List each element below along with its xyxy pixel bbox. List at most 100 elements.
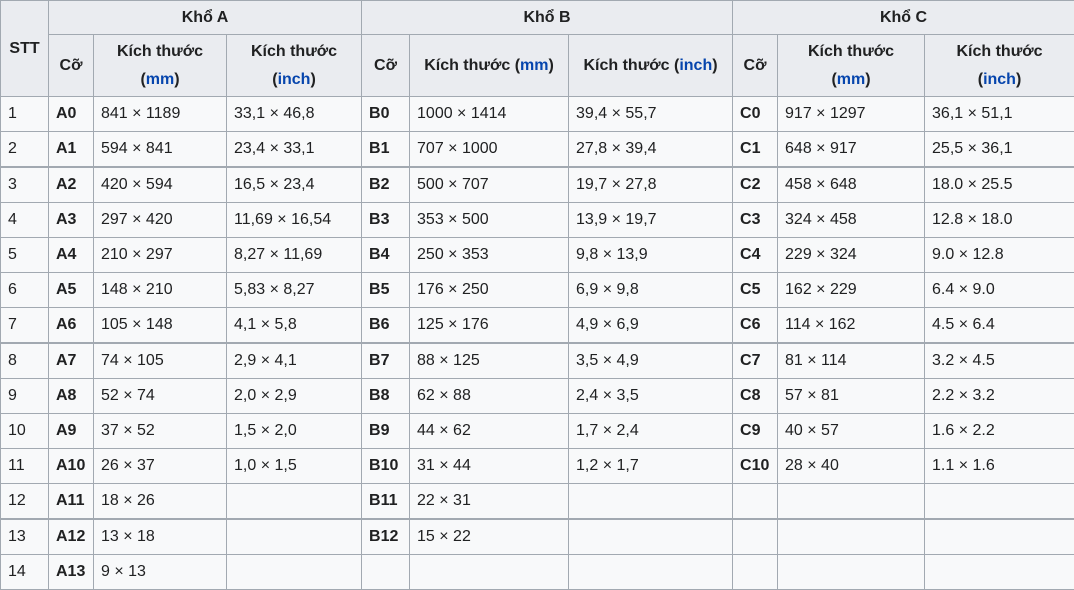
mm-cell-a: 37 × 52 xyxy=(94,414,227,449)
mm-cell-c: 917 × 1297 xyxy=(778,97,925,132)
stt-cell: 7 xyxy=(1,308,49,344)
inch-cell-c: 25,5 × 36,1 xyxy=(925,132,1074,168)
mm-cell-b: 15 × 22 xyxy=(410,519,569,555)
size-cell-b: B2 xyxy=(362,167,410,203)
size-cell-a: A3 xyxy=(49,203,94,238)
inch-cell-a: 16,5 × 23,4 xyxy=(227,167,362,203)
dim-label: Kích thước xyxy=(251,43,337,60)
size-cell-a: A10 xyxy=(49,449,94,484)
mm-cell-a: 18 × 26 xyxy=(94,484,227,520)
stt-cell: 12 xyxy=(1,484,49,520)
group-header-b: Khổ B xyxy=(362,1,733,35)
size-cell-b: B8 xyxy=(362,379,410,414)
inch-link[interactable]: inch xyxy=(679,57,712,74)
inch-cell-b: 39,4 × 55,7 xyxy=(569,97,733,132)
size-cell-a: A6 xyxy=(49,308,94,344)
size-cell-b: B1 xyxy=(362,132,410,168)
stt-cell: 8 xyxy=(1,343,49,379)
size-cell-a: A4 xyxy=(49,238,94,273)
size-cell-b: B4 xyxy=(362,238,410,273)
size-header-c: Cỡ xyxy=(733,35,778,97)
mm-cell-b: 250 × 353 xyxy=(410,238,569,273)
inch-cell-c: 1.6 × 2.2 xyxy=(925,414,1074,449)
table-row: 7A6105 × 1484,1 × 5,8B6125 × 1764,9 × 6,… xyxy=(1,308,1074,344)
mm-cell-a: 420 × 594 xyxy=(94,167,227,203)
dim-label: Kích thước xyxy=(583,57,669,74)
size-cell-c: C3 xyxy=(733,203,778,238)
table-row: 13A1213 × 18B1215 × 22 xyxy=(1,519,1074,555)
mm-cell-b: 707 × 1000 xyxy=(410,132,569,168)
inch-cell-c xyxy=(925,519,1074,555)
mm-cell-b: 44 × 62 xyxy=(410,414,569,449)
paper-size-table: STT Khổ A Khổ B Khổ C Cỡ Kích thước(mm) … xyxy=(0,0,1074,590)
size-cell-c xyxy=(733,555,778,590)
size-cell-a: A11 xyxy=(49,484,94,520)
mm-link[interactable]: mm xyxy=(520,57,548,74)
inch-cell-b: 3,5 × 4,9 xyxy=(569,343,733,379)
mm-cell-c: 324 × 458 xyxy=(778,203,925,238)
size-cell-a: A1 xyxy=(49,132,94,168)
size-cell-c: C1 xyxy=(733,132,778,168)
stt-cell: 11 xyxy=(1,449,49,484)
size-cell-c: C6 xyxy=(733,308,778,344)
size-cell-a: A12 xyxy=(49,519,94,555)
size-header-a: Cỡ xyxy=(49,35,94,97)
inch-link[interactable]: inch xyxy=(983,71,1016,88)
inch-cell-a: 8,27 × 11,69 xyxy=(227,238,362,273)
inch-cell-b xyxy=(569,519,733,555)
size-cell-b: B12 xyxy=(362,519,410,555)
size-cell-a: A8 xyxy=(49,379,94,414)
inch-cell-b: 9,8 × 13,9 xyxy=(569,238,733,273)
inch-cell-b: 27,8 × 39,4 xyxy=(569,132,733,168)
table-row: 2A1594 × 84123,4 × 33,1B1707 × 100027,8 … xyxy=(1,132,1074,168)
mm-cell-c: 28 × 40 xyxy=(778,449,925,484)
size-cell-b: B10 xyxy=(362,449,410,484)
stt-cell: 1 xyxy=(1,97,49,132)
inch-cell-a: 2,9 × 4,1 xyxy=(227,343,362,379)
table-row: 1A0841 × 118933,1 × 46,8B01000 × 141439,… xyxy=(1,97,1074,132)
mm-cell-c: 81 × 114 xyxy=(778,343,925,379)
inch-cell-c: 36,1 × 51,1 xyxy=(925,97,1074,132)
group-header-a: Khổ A xyxy=(49,1,362,35)
mm-link[interactable]: mm xyxy=(146,71,174,88)
inch-cell-a: 23,4 × 33,1 xyxy=(227,132,362,168)
size-cell-b: B3 xyxy=(362,203,410,238)
inch-cell-b: 6,9 × 9,8 xyxy=(569,273,733,308)
inch-cell-a: 1,0 × 1,5 xyxy=(227,449,362,484)
table-row: 12A1118 × 26B1122 × 31 xyxy=(1,484,1074,520)
size-cell-c: C10 xyxy=(733,449,778,484)
mm-cell-b: 22 × 31 xyxy=(410,484,569,520)
inch-cell-a: 1,5 × 2,0 xyxy=(227,414,362,449)
inch-cell-b: 19,7 × 27,8 xyxy=(569,167,733,203)
size-cell-b: B9 xyxy=(362,414,410,449)
table-row: 14A139 × 13 xyxy=(1,555,1074,590)
inch-cell-c: 1.1 × 1.6 xyxy=(925,449,1074,484)
dim-inch-header-b: Kích thước (inch) xyxy=(569,35,733,97)
dim-inch-header-a: Kích thước(inch) xyxy=(227,35,362,97)
dim-mm-header-b: Kích thước (mm) xyxy=(410,35,569,97)
inch-cell-c: 18.0 × 25.5 xyxy=(925,167,1074,203)
mm-cell-b: 500 × 707 xyxy=(410,167,569,203)
stt-header: STT xyxy=(1,1,49,97)
size-header-b: Cỡ xyxy=(362,35,410,97)
inch-cell-b xyxy=(569,484,733,520)
mm-cell-b: 125 × 176 xyxy=(410,308,569,344)
size-cell-a: A5 xyxy=(49,273,94,308)
mm-cell-a: 297 × 420 xyxy=(94,203,227,238)
mm-cell-a: 13 × 18 xyxy=(94,519,227,555)
mm-cell-c xyxy=(778,484,925,520)
inch-link[interactable]: inch xyxy=(278,71,311,88)
inch-cell-c: 6.4 × 9.0 xyxy=(925,273,1074,308)
size-cell-a: A13 xyxy=(49,555,94,590)
dim-inch-header-c: Kích thước(inch) xyxy=(925,35,1074,97)
mm-link[interactable]: mm xyxy=(837,71,865,88)
inch-cell-b: 1,7 × 2,4 xyxy=(569,414,733,449)
mm-cell-b: 353 × 500 xyxy=(410,203,569,238)
mm-cell-c xyxy=(778,555,925,590)
stt-cell: 2 xyxy=(1,132,49,168)
inch-cell-a: 11,69 × 16,54 xyxy=(227,203,362,238)
size-cell-b: B5 xyxy=(362,273,410,308)
inch-cell-c: 3.2 × 4.5 xyxy=(925,343,1074,379)
size-cell-c xyxy=(733,519,778,555)
size-cell-c: C8 xyxy=(733,379,778,414)
